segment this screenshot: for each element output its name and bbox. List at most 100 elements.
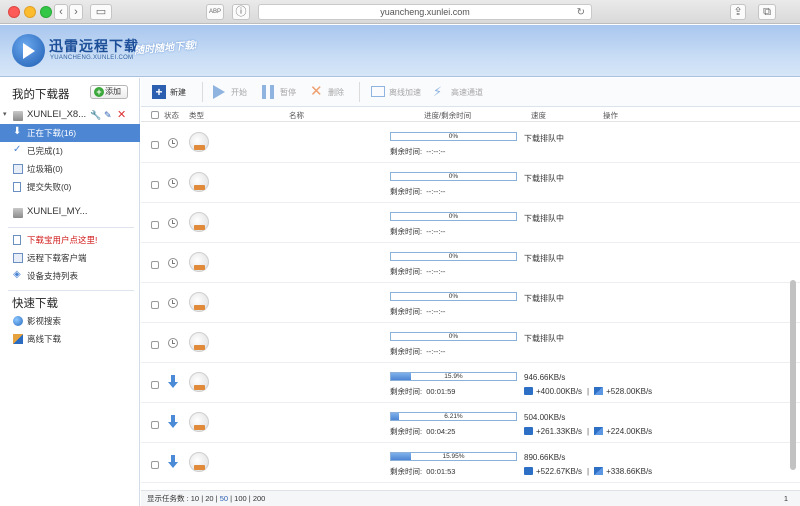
- accel-info: +261.33KB/s | +224.00KB/s: [524, 427, 652, 436]
- play-icon: [213, 85, 225, 99]
- browser-toolbar: ‹ › ▭ ABP ⓘ yuancheng.xunlei.com ↻ ⇪ ⧉: [0, 0, 800, 24]
- device-icon: [13, 111, 23, 121]
- url-text: yuancheng.xunlei.com: [380, 7, 470, 17]
- page-size-100[interactable]: 100: [234, 494, 247, 503]
- link-device-list[interactable]: ◈ 设备支持列表: [0, 267, 140, 285]
- row-checkbox[interactable]: [151, 421, 159, 429]
- table-row[interactable]: 0% 剩余时间: --:--:-- 下载排队中: [141, 203, 800, 243]
- highspeed-accel-icon: [594, 467, 604, 475]
- page-size-20[interactable]: 20: [205, 494, 213, 503]
- accel-info: +522.67KB/s | +338.66KB/s: [524, 467, 652, 476]
- progress-text: 0%: [448, 253, 459, 260]
- device-row-1[interactable]: ▾ XUNLEI_X8... 🔧 ✎ ✕: [0, 106, 140, 124]
- offline-icon: [13, 334, 23, 344]
- row-checkbox[interactable]: [151, 301, 159, 309]
- row-checkbox[interactable]: [151, 261, 159, 269]
- monitor-icon: [371, 86, 385, 97]
- info-icon[interactable]: ⓘ: [232, 4, 250, 20]
- table-row[interactable]: 0% 剩余时间: --:--:-- 下载排队中: [141, 283, 800, 323]
- waiting-clock-icon: [168, 338, 178, 348]
- scrollbar[interactable]: [790, 280, 796, 470]
- row-checkbox[interactable]: [151, 461, 159, 469]
- downloading-arrow-icon: [168, 415, 178, 429]
- page-size-200[interactable]: 200: [253, 494, 266, 503]
- progress-text: 0%: [448, 333, 459, 340]
- row-checkbox[interactable]: [151, 181, 159, 189]
- page-number[interactable]: 1: [784, 491, 788, 506]
- document-icon: [13, 235, 21, 245]
- highspeed-accel-icon: [594, 427, 604, 435]
- downloading-arrow-icon: [168, 455, 178, 469]
- sidebar-item-failed[interactable]: 提交失败(0): [0, 178, 140, 196]
- quick-offline-download[interactable]: 离线下载: [0, 330, 140, 348]
- delete-icon: ✕: [310, 83, 323, 100]
- minimize-window-button[interactable]: [24, 6, 36, 18]
- forward-button[interactable]: ›: [69, 4, 83, 20]
- page-size-10[interactable]: 10: [191, 494, 199, 503]
- table-row[interactable]: 15.9% 剩余时间: 00:01:59 946.66KB/s +400.00K…: [141, 363, 800, 403]
- tabs-icon[interactable]: ⧉: [758, 4, 776, 20]
- downloading-arrow-icon: [168, 375, 178, 389]
- progress-text: 6.21%: [444, 413, 463, 420]
- quick-video-search[interactable]: 影视搜索: [0, 312, 140, 330]
- progress-text: 0%: [448, 133, 459, 140]
- back-button[interactable]: ‹: [54, 4, 68, 20]
- pause-icon: [262, 85, 274, 99]
- header-status: 状态: [164, 111, 179, 120]
- header-type: 类型: [189, 111, 204, 120]
- remaining-time: 剩余时间: --:--:--: [390, 307, 446, 316]
- speed-text: 下载排队中: [524, 214, 564, 223]
- share-icon[interactable]: ⇪: [730, 4, 746, 20]
- table-row[interactable]: 0% 剩余时间: --:--:-- 下载排队中: [141, 243, 800, 283]
- divider: [8, 227, 134, 228]
- document-icon: [13, 182, 21, 192]
- sidebar-item-completed[interactable]: ✓ 已完成(1): [0, 142, 140, 160]
- sidebar-heading: 我的下载器: [12, 89, 70, 101]
- file-type-icon: [189, 372, 209, 392]
- header-name: 名称: [289, 111, 304, 120]
- remove-icon[interactable]: ✕: [117, 106, 126, 124]
- row-checkbox[interactable]: [151, 221, 159, 229]
- adblock-icon[interactable]: ABP: [206, 4, 224, 20]
- file-type-icon: [189, 332, 209, 352]
- row-checkbox[interactable]: [151, 381, 159, 389]
- progress-text: 0%: [448, 173, 459, 180]
- quick-download-heading: 快速下载: [12, 298, 58, 310]
- close-window-button[interactable]: [8, 6, 20, 18]
- xunlei-logo-icon: [12, 34, 45, 67]
- progress-bar: 0%: [390, 132, 517, 141]
- link-client[interactable]: 远程下载客户端: [0, 249, 140, 267]
- table-row[interactable]: 0% 剩余时间: --:--:-- 下载排队中: [141, 163, 800, 203]
- link-xiazaibao[interactable]: 下载宝用户点这里!: [0, 231, 140, 249]
- progress-text: 15.9%: [444, 373, 463, 380]
- speed-text: 下载排队中: [524, 334, 564, 343]
- address-bar[interactable]: yuancheng.xunlei.com ↻: [258, 4, 592, 20]
- sidebar-toggle-icon[interactable]: ▭: [90, 4, 112, 20]
- progress-bar: 0%: [390, 172, 517, 181]
- download-arrow-icon: ⬇: [13, 126, 22, 137]
- remaining-time: 剩余时间: 00:04:25: [390, 427, 456, 436]
- divider: [8, 290, 134, 291]
- row-checkbox[interactable]: [151, 341, 159, 349]
- brand-slogan: 随时随地下载!: [133, 40, 198, 57]
- progress-bar: 0%: [390, 212, 517, 221]
- highspeed-accel-icon: [594, 387, 604, 395]
- zoom-window-button[interactable]: [40, 6, 52, 18]
- select-all-checkbox[interactable]: [151, 111, 159, 119]
- row-checkbox[interactable]: [151, 141, 159, 149]
- page-size-50[interactable]: 50: [220, 494, 228, 503]
- table-row[interactable]: 6.21% 剩余时间: 00:04:25 504.00KB/s +261.33K…: [141, 403, 800, 443]
- wrench-icon[interactable]: 🔧: [90, 106, 101, 124]
- sidebar-item-downloading[interactable]: ⬇ 正在下载(16): [0, 124, 140, 142]
- check-icon: ✓: [13, 144, 22, 155]
- sidebar-item-trash[interactable]: 垃圾箱(0): [0, 160, 140, 178]
- edit-icon[interactable]: ✎: [104, 106, 112, 124]
- device-row-2[interactable]: XUNLEI_MY...: [0, 203, 140, 221]
- add-downloader-button[interactable]: + 添加: [90, 85, 128, 99]
- table-row[interactable]: 0% 剩余时间: --:--:-- 下载排队中: [141, 323, 800, 363]
- reload-icon[interactable]: ↻: [577, 6, 585, 20]
- brand-subtitle: YUANCHENG.XUNLEI.COM: [50, 55, 134, 61]
- table-row[interactable]: 15.95% 剩余时间: 00:01:53 890.66KB/s +522.67…: [141, 443, 800, 483]
- collapse-arrow-icon[interactable]: ▾: [3, 106, 7, 124]
- table-row[interactable]: 0% 剩余时间: --:--:-- 下载排队中: [141, 123, 800, 163]
